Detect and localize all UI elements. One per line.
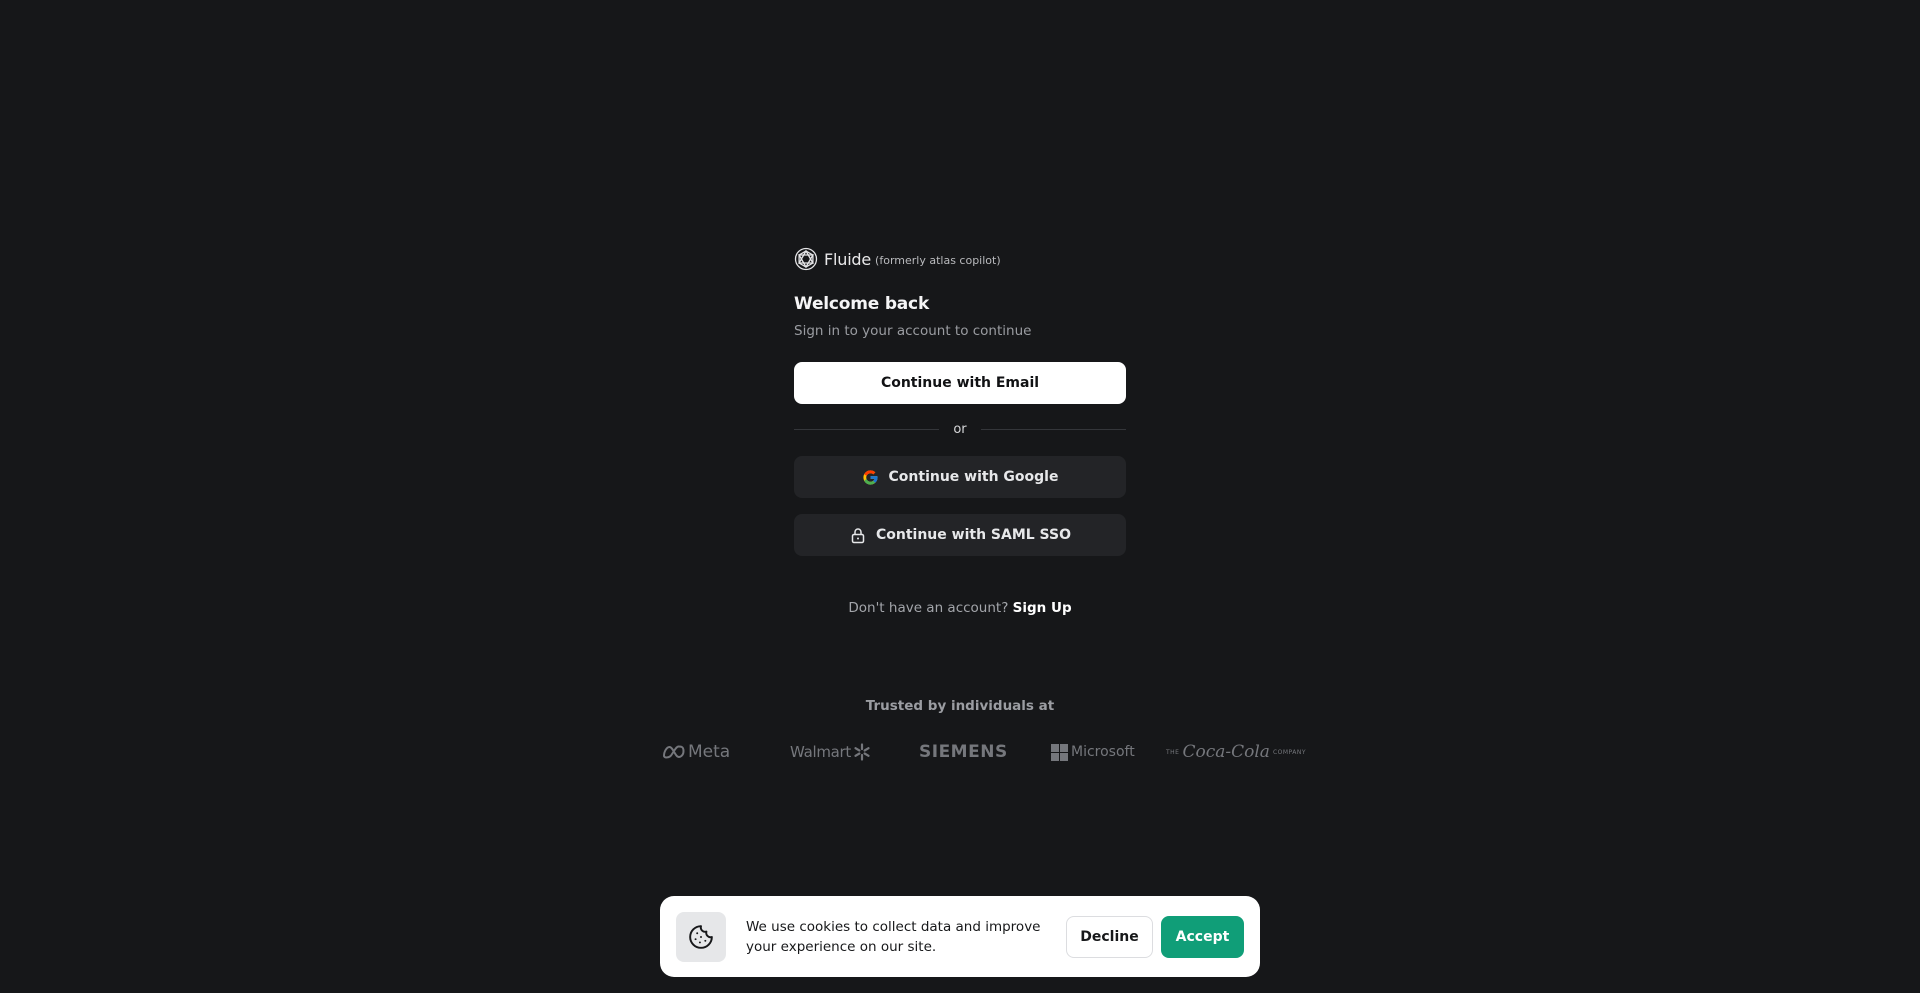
cookie-actions: Decline Accept — [1066, 915, 1244, 958]
cookie-icon — [688, 924, 714, 950]
continue-with-google-label: Continue with Google — [888, 469, 1059, 485]
continue-with-saml-sso-label: Continue with SAML SSO — [875, 527, 1071, 543]
login-card: Fluide (formerly atlas copilot) Welcome … — [794, 246, 1126, 616]
trusted-logos: Meta Walmart SIEMENS Microsoft THE Coca-… — [660, 738, 1306, 766]
microsoft-logo-text: Microsoft — [1071, 744, 1135, 760]
accept-button[interactable]: Accept — [1161, 915, 1244, 958]
or-divider: or — [794, 419, 1126, 439]
coca-cola-logo: THE Coca-Cola COMPANY — [1163, 738, 1309, 766]
signup-prompt: Don't have an account? — [848, 600, 1009, 616]
fluide-logo-icon — [794, 247, 818, 271]
cookie-banner: We use cookies to collect data and impro… — [660, 896, 1260, 977]
brand-name: Fluide — [824, 249, 872, 269]
meta-logo-text: Meta — [688, 742, 731, 762]
divider-label: or — [953, 421, 967, 437]
divider-line-left — [794, 428, 940, 430]
continue-with-email-button[interactable]: Continue with Email — [794, 362, 1126, 404]
continue-with-email-label: Continue with Email — [880, 375, 1040, 391]
walmart-logo: Walmart — [790, 738, 871, 766]
decline-button[interactable]: Decline — [1066, 915, 1153, 958]
google-icon — [862, 468, 880, 486]
page-subtitle: Sign in to your account to continue — [794, 323, 1032, 339]
lock-icon — [849, 526, 867, 544]
page-title: Welcome back — [794, 294, 930, 314]
trusted-heading: Trusted by individuals at — [865, 698, 1055, 714]
microsoft-logo: Microsoft — [1051, 738, 1135, 766]
brand-subtitle: (formerly atlas copilot) — [875, 253, 1001, 267]
coca-cola-logo-text: Coca-Cola — [1182, 742, 1270, 762]
meta-logo: Meta — [662, 738, 730, 766]
continue-with-saml-sso-button[interactable]: Continue with SAML SSO — [794, 514, 1126, 556]
coca-cola-prefix: THE — [1166, 748, 1180, 756]
coca-cola-suffix: COMPANY — [1272, 748, 1307, 756]
login-page: Fluide (formerly atlas copilot) Welcome … — [0, 0, 1920, 993]
sign-up-link[interactable]: Sign Up — [1013, 600, 1072, 616]
siemens-logo-text: SIEMENS — [919, 742, 1008, 762]
siemens-logo: SIEMENS — [919, 738, 1008, 766]
walmart-logo-text: Walmart — [790, 743, 851, 761]
continue-with-google-button[interactable]: Continue with Google — [794, 456, 1126, 498]
cookie-message: We use cookies to collect data and impro… — [746, 918, 1041, 955]
brand: Fluide (formerly atlas copilot) — [794, 246, 1126, 272]
divider-line-right — [980, 428, 1126, 430]
cookie-icon-container — [676, 911, 726, 962]
signup-row: Don't have an account? Sign Up — [794, 600, 1126, 616]
